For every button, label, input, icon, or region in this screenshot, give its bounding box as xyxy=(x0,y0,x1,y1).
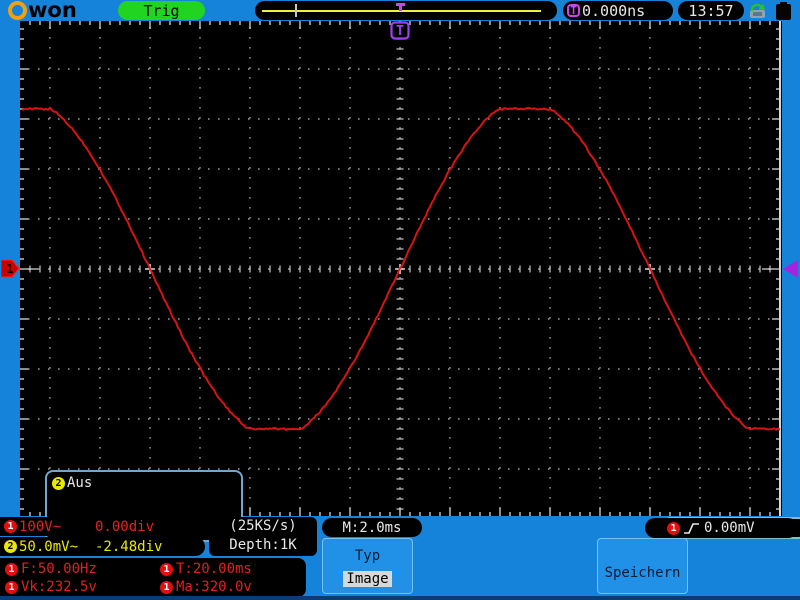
trigger-time-readout: T 0.000ns xyxy=(563,1,673,20)
ch2-badge: 2 xyxy=(52,476,65,490)
oscilloscope-screen: won Trig T 0.000ns 13:57 T 2 Aus 1 1 100… xyxy=(0,0,800,600)
usb-storage-icon xyxy=(750,3,765,18)
memory-depth: Depth:1K xyxy=(229,537,297,553)
ch1-volts-per-div: 100V~ xyxy=(19,518,62,535)
trigger-level-marker xyxy=(783,260,798,278)
trigger-status-badge: Trig xyxy=(118,1,205,20)
trigger-level-value: 0.00mV xyxy=(704,520,755,536)
measurement-max: Ma:320.0v xyxy=(176,579,252,595)
ch2-offset: -2.48div xyxy=(95,538,163,555)
type-button-label: Typ xyxy=(354,548,381,564)
type-button-value: Image xyxy=(343,571,392,587)
trigger-position-indicator xyxy=(255,1,557,20)
battery-icon xyxy=(776,2,791,20)
owon-logo-text: won xyxy=(28,0,77,22)
trigger-t-icon: T xyxy=(567,4,580,17)
measurement-frequency: F:50.00Hz xyxy=(21,561,97,577)
measurement-badge: 1 xyxy=(160,562,173,576)
ch2-badge: 2 xyxy=(4,540,17,553)
trigger-settings-readout: 1 0.00mV xyxy=(645,518,798,538)
acquisition-readout: (25KS/s) Depth:1K xyxy=(209,517,317,556)
top-bar: won Trig T 0.000ns 13:57 xyxy=(0,0,800,21)
graticule-and-trace: T xyxy=(20,21,781,516)
owon-logo-ring-icon xyxy=(8,1,27,20)
svg-text:1: 1 xyxy=(6,262,13,276)
trigger-position-t-icon xyxy=(396,3,405,11)
svg-text:T: T xyxy=(396,24,404,39)
measurement-badge: 1 xyxy=(5,580,18,594)
timebase-readout: M:2.0ms xyxy=(322,518,422,537)
save-button-label: Speichern xyxy=(604,565,681,581)
measurements-panel: 1 F:50.00Hz 1 T:20.00ms 1 Vk:232.5v 1 Ma… xyxy=(0,558,306,597)
measurement-period: T:20.00ms xyxy=(176,561,252,577)
measurement-badge: 1 xyxy=(160,580,173,594)
ch1-offset: 0.00div xyxy=(95,518,155,535)
ch2-status-text: Aus xyxy=(67,475,93,491)
type-image-button[interactable]: Typ Image xyxy=(322,538,413,594)
ch1-ground-marker: 1 xyxy=(1,259,20,278)
bottom-edge-strip xyxy=(0,596,800,600)
sample-rate: (25KS/s) xyxy=(229,518,297,534)
measurement-vk: Vk:232.5v xyxy=(21,579,97,595)
owon-logo: won xyxy=(8,0,77,22)
measurement-badge: 1 xyxy=(5,562,18,576)
ch2-volts-per-div: 50.0mV~ xyxy=(19,538,79,555)
clock: 13:57 xyxy=(678,1,744,20)
save-button[interactable]: Speichern xyxy=(597,538,688,594)
ch1-settings-readout: 1 100V~ 0.00div xyxy=(0,517,205,536)
display-window-marker xyxy=(295,4,297,17)
ch1-badge: 1 xyxy=(4,520,17,533)
trigger-time-value: 0.000ns xyxy=(582,1,646,20)
waveform-display: T 2 Aus 1 50.0112Hz xyxy=(20,21,800,542)
rising-edge-icon xyxy=(684,523,699,534)
trigger-source-badge: 1 xyxy=(667,521,680,535)
ch2-settings-readout: 2 50.0mV~ -2.48div xyxy=(0,537,205,556)
